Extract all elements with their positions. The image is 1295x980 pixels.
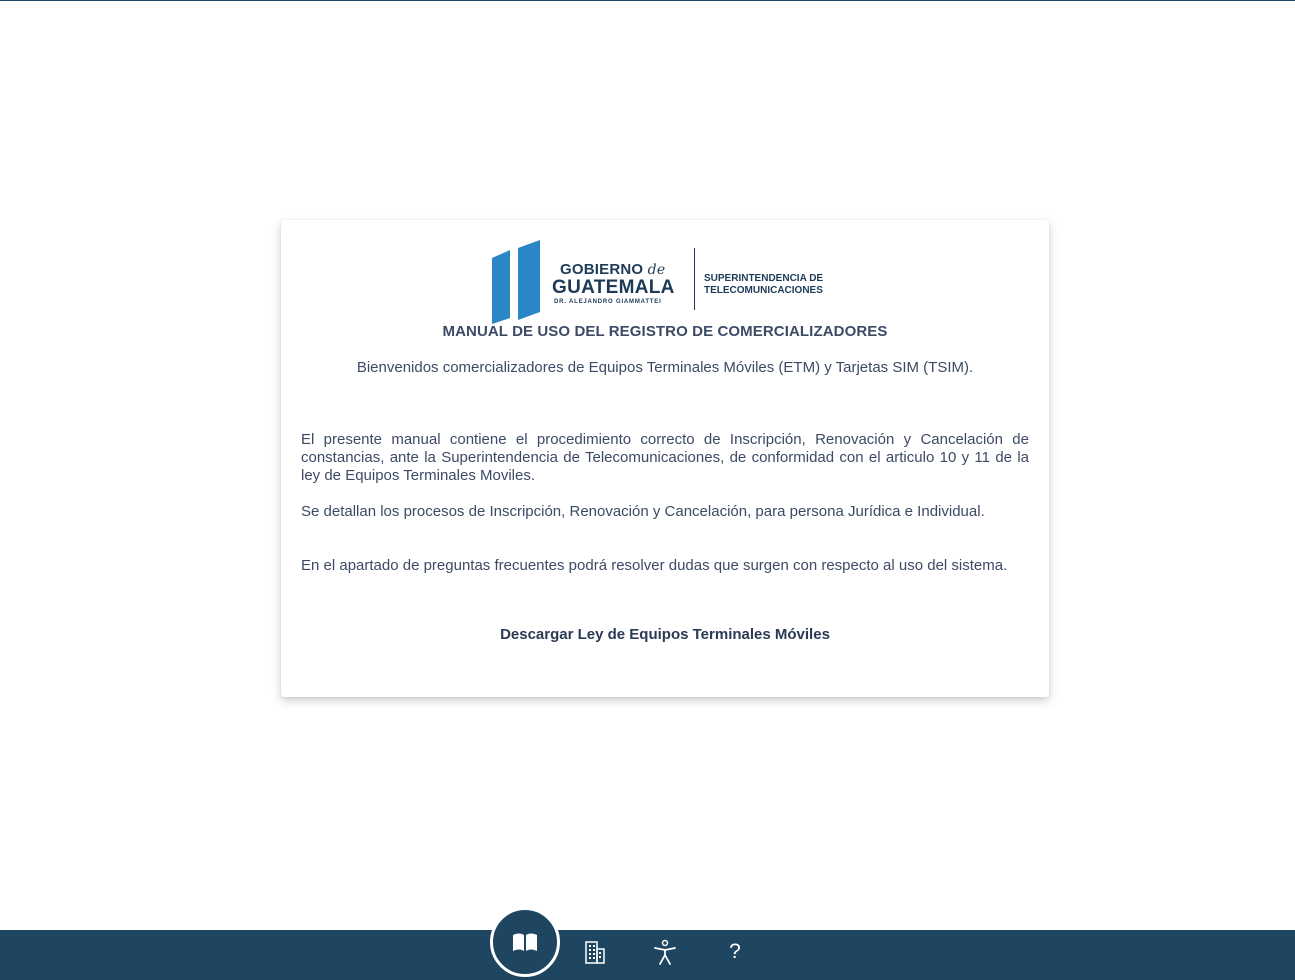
logo-divider [694, 248, 695, 310]
process-paragraph: Se detallan los procesos de Inscripción,… [301, 503, 985, 520]
nav-building-button[interactable] [581, 938, 609, 966]
logo-guatemala-text: GUATEMALA [552, 277, 675, 298]
welcome-text: Bienvenidos comercializadores de Equipos… [356, 359, 974, 376]
download-law-link[interactable]: Descargar Ley de Equipos Terminales Móvi… [281, 626, 1049, 643]
page-title: MANUAL DE USO DEL REGISTRO DE COMERCIALI… [442, 323, 888, 340]
logo-agency-text: SUPERINTENDENCIA DE TELECOMUNICACIONES [704, 273, 824, 296]
manual-card: GOBIERNO de GUATEMALA DR. ALEJANDRO GIAM… [281, 220, 1049, 697]
nav-help-button[interactable]: ? [721, 938, 749, 966]
help-icon: ? [729, 940, 741, 963]
logo-gobierno-text: GOBIERNO de [560, 261, 666, 278]
nav-accessibility-button[interactable] [651, 938, 679, 966]
building-icon [585, 941, 605, 964]
book-open-icon [513, 933, 537, 951]
logo-president-text: DR. ALEJANDRO GIAMMATTEI [554, 299, 662, 305]
nav-manual-button[interactable] [490, 907, 560, 977]
top-border [0, 0, 1295, 1]
bottom-nav-bar [0, 930, 1295, 980]
intro-paragraph: El presente manual contiene el procedimi… [301, 431, 1029, 484]
accessibility-icon [654, 939, 676, 965]
faq-paragraph: En el apartado de preguntas frecuentes p… [301, 557, 1008, 574]
guatemala-flag-bars-icon [492, 240, 540, 324]
